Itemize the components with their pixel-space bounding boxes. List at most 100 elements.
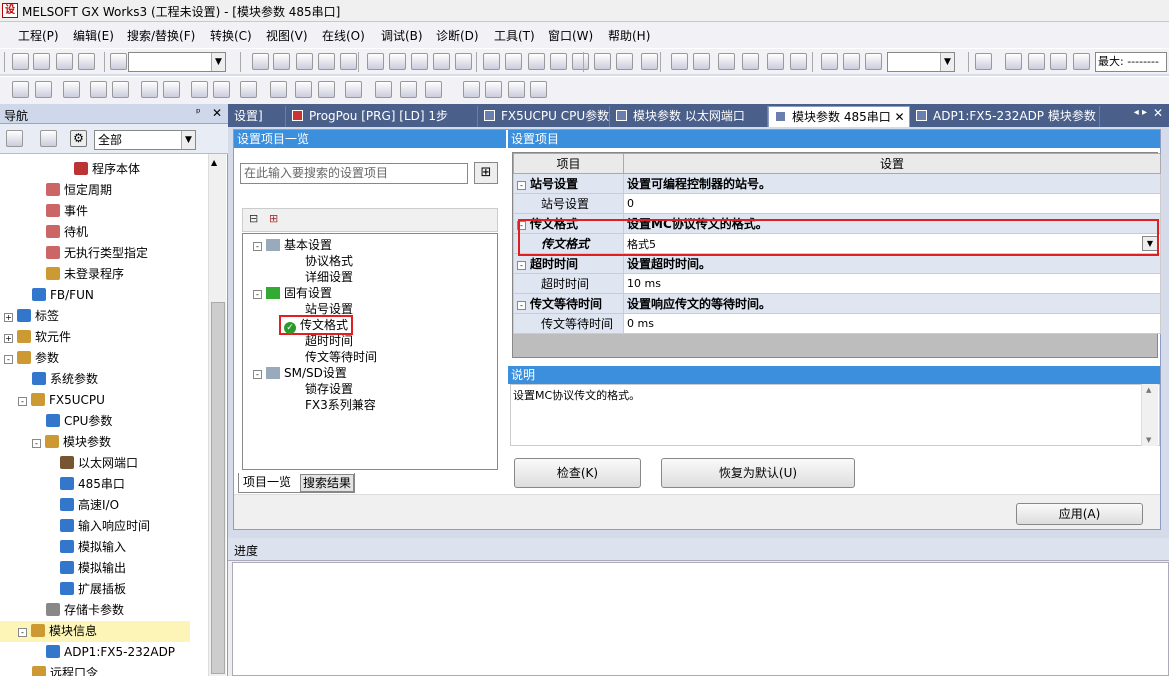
nav-tree-item[interactable]: 恒定周期 [46, 180, 112, 201]
toolbar1-icon-11[interactable] [389, 53, 406, 70]
scale-combo[interactable]: ▼ [887, 52, 955, 72]
gear-icon[interactable]: ⚙ [70, 130, 87, 147]
toolbar1-icon-22[interactable] [641, 53, 658, 70]
toolbar1-icon-18[interactable] [550, 53, 567, 70]
nav-tree-item[interactable]: 模拟输入 [60, 537, 126, 558]
toolbar1-icon-14[interactable] [455, 53, 472, 70]
expand-toggle-icon[interactable]: - [32, 439, 41, 448]
setting-tree-item[interactable]: - SM/SD设置 [253, 365, 347, 381]
toolbar1-icon-27[interactable] [767, 53, 784, 70]
nav-tree-item[interactable]: - 模块信息 [0, 621, 190, 642]
toolbar1-icon-0[interactable] [12, 53, 29, 70]
menu-item-9[interactable]: 窗口(W) [548, 27, 593, 44]
document-tab[interactable]: ProgPou [PRG] [LD] 1步 [286, 106, 478, 127]
toolbar2-icon-4[interactable] [112, 81, 129, 98]
setting-tree-item[interactable]: ✓ 传文格式 [279, 315, 354, 335]
tab-scroll-icon[interactable]: ◂ ▸ [1134, 107, 1147, 118]
toolbar1-icon-21[interactable] [616, 53, 633, 70]
toolbar1-icon-1[interactable] [33, 53, 50, 70]
document-tab[interactable]: FX5UCPU CPU参数 [478, 106, 610, 127]
expand-toggle-icon[interactable]: - [517, 181, 526, 190]
toolbar1-icon-24[interactable] [693, 53, 710, 70]
toolbar1-icon-10[interactable] [367, 53, 384, 70]
toolbar1-icon-30[interactable] [843, 53, 860, 70]
menu-item-3[interactable]: 转换(C) [210, 27, 252, 44]
toolbar1-icon-4[interactable] [110, 53, 127, 70]
tab-close-icon[interactable]: ✕ [1153, 106, 1163, 120]
nav-tree-item[interactable]: 无执行类型指定 [46, 243, 148, 264]
toolbar1-icon-7[interactable] [296, 53, 313, 70]
menu-item-7[interactable]: 诊断(D) [436, 27, 479, 44]
toolbar2-icon-5[interactable] [141, 81, 158, 98]
setting-tree-item[interactable]: 传文等待时间 [305, 349, 377, 365]
toolbar1-icon-17[interactable] [528, 53, 545, 70]
toolbar1-icon-12[interactable] [411, 53, 428, 70]
document-tab[interactable]: 模块参数 以太网端口 [610, 106, 768, 127]
nav-tree-item[interactable]: + 软元件 [4, 327, 71, 348]
nav-tree-item[interactable]: 待机 [46, 222, 88, 243]
scroll-up-icon[interactable]: ▲ [211, 158, 217, 167]
nav-tree-item[interactable]: - FX5UCPU [18, 390, 105, 411]
menu-item-0[interactable]: 工程(P) [18, 27, 59, 44]
close-icon[interactable]: ✕ [212, 106, 222, 120]
nav-tree-item[interactable]: 程序本体 [74, 159, 140, 180]
nav-tree-item[interactable]: 485串口 [60, 474, 125, 495]
nav-tree-item[interactable]: - 模块参数 [32, 432, 111, 453]
toolbar1-icon-5[interactable] [252, 53, 269, 70]
toolbar2-icon-16[interactable] [425, 81, 442, 98]
description-scrollbar[interactable]: ▲ ▼ [1141, 384, 1158, 446]
menu-item-6[interactable]: 调试(B) [381, 27, 423, 44]
toolbar1-icon-15[interactable] [483, 53, 500, 70]
toolbar2-icon-9[interactable] [240, 81, 257, 98]
toolbar1-icon-19[interactable] [572, 53, 589, 70]
toolbar1-icon-8[interactable] [318, 53, 335, 70]
menu-item-5[interactable]: 在线(O) [322, 27, 365, 44]
toolbar1-icon-9[interactable] [340, 53, 357, 70]
expand-all-icon[interactable]: ⊟ [249, 212, 258, 225]
nav-tree-item[interactable]: ADP1:FX5-232ADP [46, 642, 175, 663]
expand-toggle-icon[interactable]: - [517, 221, 526, 230]
setting-tree-item[interactable]: 协议格式 [305, 253, 353, 269]
nav-tree-item[interactable]: 存储卡参数 [46, 600, 124, 621]
expand-toggle-icon[interactable]: - [253, 290, 262, 299]
toolbar1-icon-29[interactable] [821, 53, 838, 70]
nav-tree-item[interactable]: CPU参数 [46, 411, 112, 432]
nav-tree-item[interactable]: 模拟输出 [60, 558, 126, 579]
toolbar2-icon-0[interactable] [12, 81, 29, 98]
setting-tree-item[interactable]: 超时时间 [305, 333, 353, 349]
document-tab[interactable]: ADP1:FX5-232ADP 模块参数 [910, 106, 1100, 127]
expand-toggle-icon[interactable]: - [253, 370, 262, 379]
toolbar1-icon-16[interactable] [505, 53, 522, 70]
nav-scrollbar[interactable]: ▲ [208, 154, 226, 676]
toolbar1-icon-33[interactable] [1005, 53, 1022, 70]
nav-tree-item[interactable]: 事件 [46, 201, 88, 222]
collapse-all-icon[interactable]: ⊞ [269, 212, 278, 225]
toolbar2-icon-1[interactable] [35, 81, 52, 98]
menu-item-10[interactable]: 帮助(H) [608, 27, 650, 44]
expand-toggle-icon[interactable]: - [18, 628, 27, 637]
toolbar2-icon-7[interactable] [191, 81, 208, 98]
tree-view-icon[interactable] [6, 130, 23, 147]
toolbar2-icon-13[interactable] [345, 81, 362, 98]
toolbar2-icon-8[interactable] [213, 81, 230, 98]
toolbar1-icon-31[interactable] [865, 53, 882, 70]
tab-search-results[interactable]: 搜索结果 [300, 474, 354, 492]
toolbar1-icon-28[interactable] [790, 53, 807, 70]
document-tab[interactable]: 模块参数 485串口 ✕ [768, 106, 910, 127]
expand-toggle-icon[interactable]: + [4, 334, 13, 343]
expand-toggle-icon[interactable]: + [4, 313, 13, 322]
nav-tree-item[interactable]: - 参数 [4, 348, 59, 369]
toolbar2-icon-12[interactable] [318, 81, 335, 98]
setting-tree-item[interactable]: - 固有设置 [253, 285, 332, 301]
setting-tree-item[interactable]: - 基本设置 [253, 237, 332, 253]
dropdown-arrow-icon[interactable]: ▼ [1142, 236, 1158, 251]
nav-tree-item[interactable]: FB/FUN [32, 285, 94, 306]
nav-tree-item[interactable]: 以太网端口 [60, 453, 138, 474]
nav-tree-item[interactable]: 远程口令 [32, 663, 98, 676]
toolbar2-icon-15[interactable] [400, 81, 417, 98]
search-input[interactable]: 在此输入要搜索的设置项目 [240, 163, 468, 184]
nav-tree-item[interactable]: 系统参数 [32, 369, 98, 390]
toolbar1-icon-26[interactable] [742, 53, 759, 70]
nav-tree-item[interactable]: 未登录程序 [46, 264, 124, 285]
toolbar2-icon-2[interactable] [63, 81, 80, 98]
